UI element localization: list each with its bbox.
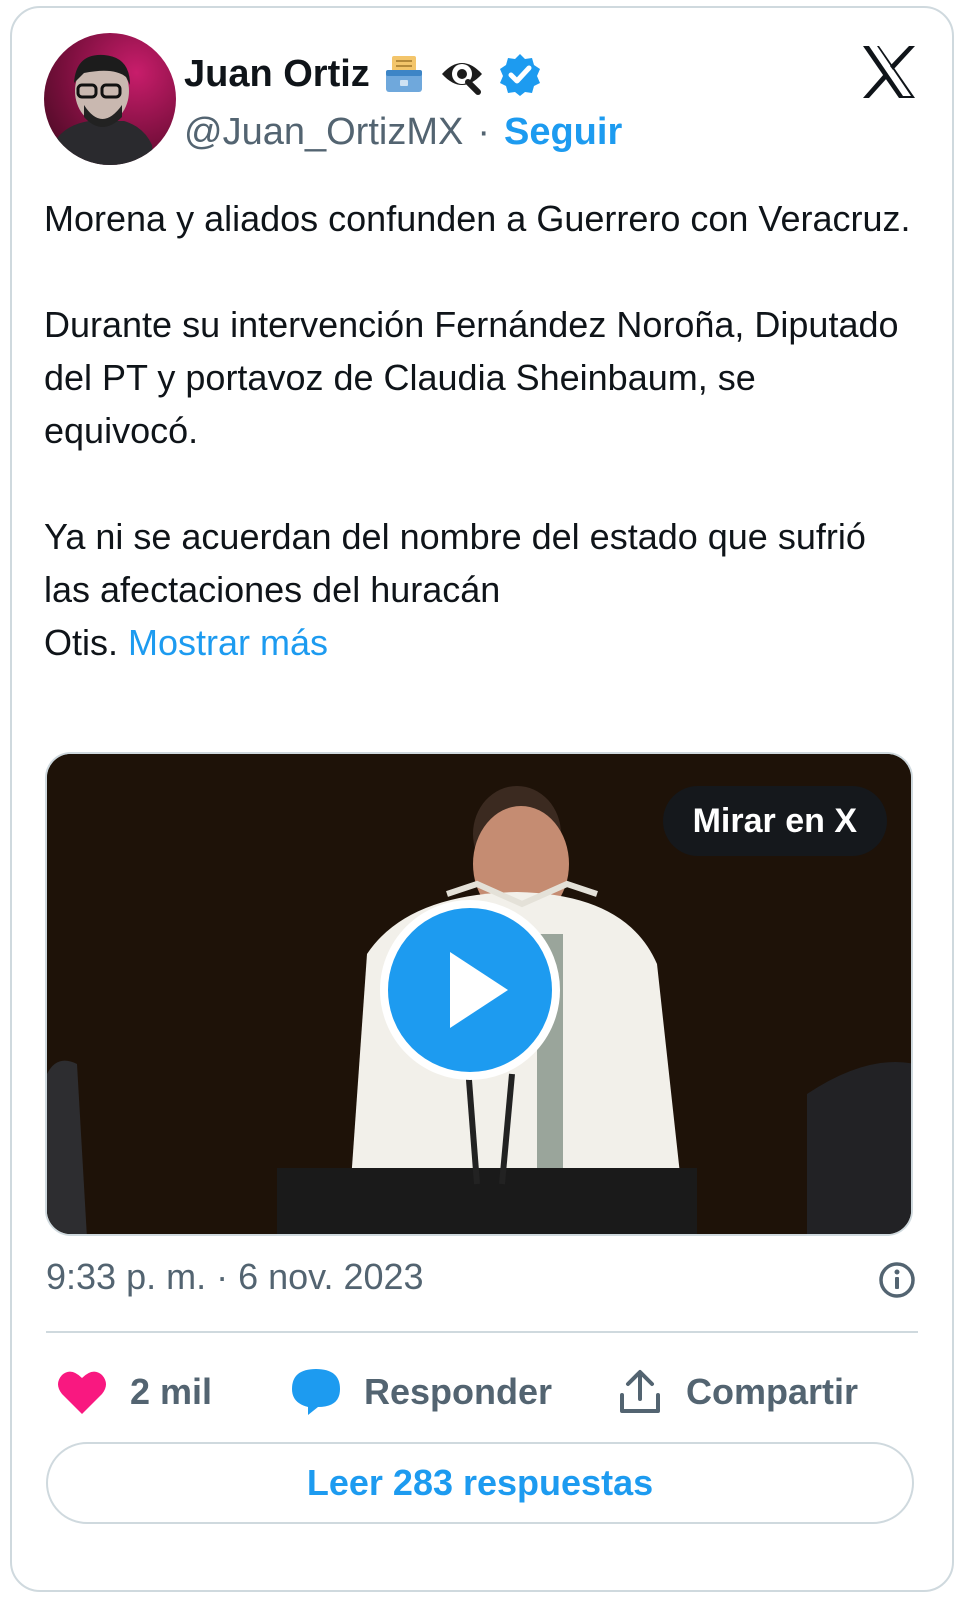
play-icon: [450, 952, 508, 1028]
like-count: 2 mil: [130, 1371, 213, 1412]
watch-on-x-button[interactable]: Mirar en X: [662, 786, 887, 856]
author-handle[interactable]: @Juan_OrtizMX: [184, 111, 463, 154]
avatar[interactable]: [44, 33, 176, 165]
avatar-portrait: [54, 54, 154, 165]
play-button[interactable]: [380, 900, 560, 1080]
divider: [46, 1331, 918, 1333]
author-handle-row: @Juan_OrtizMX · Seguir: [184, 104, 622, 160]
verified-badge-icon: [499, 54, 540, 96]
ballot-box-icon: [385, 56, 422, 92]
handle-separator: ·: [477, 110, 490, 153]
info-icon[interactable]: [877, 1260, 917, 1300]
video-player[interactable]: Mirar en X: [45, 752, 913, 1236]
author-name[interactable]: Juan Ortiz: [184, 53, 370, 96]
reply-bubble-icon: [292, 1369, 340, 1415]
tweet-body: Morena y aliados confunden a Guerrero co…: [44, 198, 911, 663]
heart-icon: [58, 1371, 106, 1414]
share-icon: [620, 1370, 660, 1413]
share-label: Compartir: [686, 1371, 859, 1412]
tweet-timestamp[interactable]: 9:33 p. m. · 6 nov. 2023: [46, 1248, 424, 1306]
action-bar: 2 mil Responder Compartir: [56, 1352, 926, 1432]
reply-label: Responder: [364, 1371, 553, 1412]
x-logo-icon[interactable]: [859, 42, 919, 102]
read-replies-button[interactable]: Leer 283 respuestas: [46, 1442, 914, 1524]
author-name-row: Juan Ortiz: [184, 44, 542, 104]
tweet-text: Morena y aliados confunden a Guerrero co…: [44, 192, 914, 669]
reply-button[interactable]: Responder: [290, 1352, 552, 1432]
show-more-link[interactable]: Mostrar más: [128, 622, 328, 663]
like-button[interactable]: 2 mil: [56, 1352, 212, 1432]
share-button[interactable]: Compartir: [616, 1352, 858, 1432]
eye-icon: [441, 63, 482, 95]
follow-button[interactable]: Seguir: [504, 111, 622, 154]
